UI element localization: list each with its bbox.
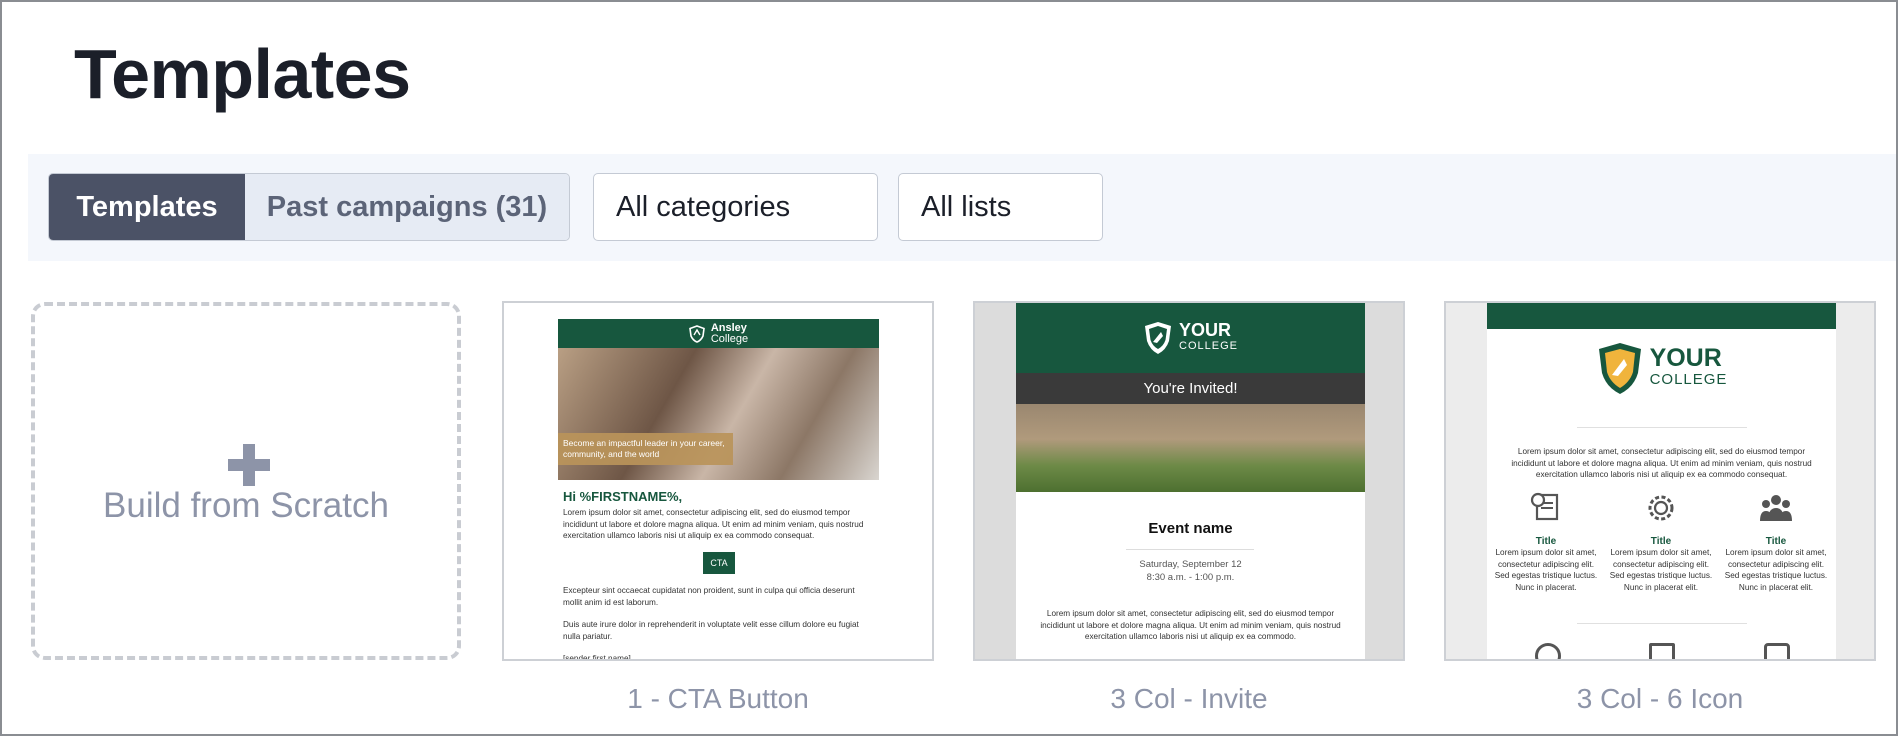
tab-past-campaigns[interactable]: Past campaigns (31)	[245, 174, 569, 240]
certificate-icon	[1530, 492, 1559, 521]
template-card-6-icon[interactable]: YOUR COLLEGE Lorem ipsum dolor sit amet,…	[1444, 301, 1876, 661]
template-card-invite[interactable]: YOUR COLLEGE You're Invited! Event name …	[973, 301, 1405, 661]
shield-logo-icon	[1145, 322, 1172, 354]
divider	[1126, 549, 1254, 550]
template-paragraph: Duis aute irure dolor in reprehenderit i…	[563, 620, 859, 641]
template-greeting: Hi %FIRSTNAME%,	[563, 489, 683, 504]
build-from-scratch-label: Build from Scratch	[103, 486, 389, 525]
template-event-datetime: Saturday, September 12 8:30 a.m. - 1:00 …	[1139, 559, 1242, 583]
gear-check-icon	[1648, 495, 1674, 521]
template-paragraph: Lorem ipsum dolor sit amet, consectetur …	[1511, 447, 1812, 479]
group-icon	[1760, 495, 1792, 521]
template-brand: YOUR COLLEGE	[1179, 320, 1238, 352]
template-header-bar	[1487, 303, 1836, 329]
template-body: YOUR COLLEGE You're Invited! Event name …	[1016, 303, 1365, 659]
tab-templates[interactable]: Templates	[49, 174, 245, 240]
template-paragraph: Excepteur sint occaecat cupidatat non pr…	[563, 586, 855, 607]
template-invited-bar: You're Invited!	[1016, 373, 1365, 404]
template-header: YOUR COLLEGE	[1016, 303, 1365, 373]
template-card-cta-button[interactable]: Ansley College Become an impactful leade…	[502, 301, 934, 661]
template-body: YOUR COLLEGE Lorem ipsum dolor sit amet,…	[1487, 303, 1836, 659]
template-brand: YOUR COLLEGE	[1649, 344, 1728, 389]
calendar-icon	[1764, 643, 1790, 659]
template-column: Title Lorem ipsum dolor sit amet, consec…	[1721, 491, 1831, 593]
source-tabs: Templates Past campaigns (31)	[48, 173, 570, 241]
template-header: Ansley College	[558, 319, 879, 348]
template-paragraph: Lorem ipsum dolor sit amet, consectetur …	[563, 508, 864, 540]
template-column: Title Lorem ipsum dolor sit amet, consec…	[1491, 491, 1601, 593]
template-caption[interactable]: 1 - CTA Button	[502, 683, 934, 715]
category-select[interactable]: All categories	[593, 173, 878, 241]
template-caption[interactable]: 3 Col - 6 Icon	[1444, 683, 1876, 715]
list-select[interactable]: All lists	[898, 173, 1103, 241]
template-event-name: Event name	[1148, 520, 1233, 537]
template-banner: Become an impactful leader in your caree…	[558, 433, 733, 465]
template-column: Title Lorem ipsum dolor sit amet, consec…	[1606, 491, 1716, 593]
plus-icon	[228, 444, 270, 486]
build-from-scratch-card[interactable]: Build from Scratch	[31, 302, 461, 660]
template-cta-button: CTA	[703, 552, 735, 574]
filter-toolbar: Templates Past campaigns (31) All catego…	[28, 154, 1896, 261]
template-paragraph: Lorem ipsum dolor sit amet, consectetur …	[1040, 609, 1341, 641]
page-title: Templates	[74, 35, 411, 113]
check-circle-icon	[1535, 643, 1561, 659]
presentation-icon	[1649, 643, 1675, 659]
template-campus-photo	[1016, 404, 1365, 492]
template-logo: YOUR COLLEGE	[1487, 341, 1836, 397]
divider	[1577, 623, 1747, 624]
shield-logo-icon	[688, 324, 705, 343]
divider	[1577, 427, 1747, 428]
template-hero-image: Become an impactful leader in your caree…	[558, 348, 879, 480]
template-signature: [sender first name]	[563, 654, 631, 661]
template-caption[interactable]: 3 Col - Invite	[973, 683, 1405, 715]
shield-logo-icon	[1598, 343, 1641, 394]
template-brand: Ansley College	[710, 321, 749, 345]
